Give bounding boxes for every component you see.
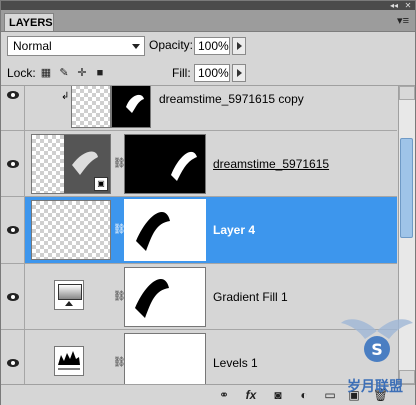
- fx-icon[interactable]: fx: [243, 387, 259, 403]
- eye-icon: [7, 160, 19, 168]
- eye-icon: [7, 91, 19, 99]
- scrollbar-thumb[interactable]: [400, 138, 413, 238]
- tab-row: LAYERS ▾≡: [1, 10, 415, 32]
- visibility-toggle[interactable]: [1, 131, 25, 196]
- chevron-down-icon: [132, 44, 140, 49]
- opacity-label: Opacity:: [149, 38, 194, 52]
- layer-name: Layer 4: [213, 223, 256, 237]
- opacity-slider-button[interactable]: [232, 37, 246, 55]
- panel-topbar: ◂◂ ✕: [1, 1, 415, 10]
- visibility-toggle[interactable]: [1, 86, 25, 130]
- layer-name: dreamstime_5971615: [213, 157, 330, 171]
- layer-mask-thumbnail: [124, 199, 206, 261]
- layers-list: ↲ dreamstime_5971615 copy ▣ ⛓ dreamstime…: [1, 86, 397, 384]
- visibility-toggle[interactable]: [1, 264, 25, 329]
- tab-layers[interactable]: LAYERS: [4, 13, 54, 31]
- panel-menu-icon[interactable]: ▾≡: [397, 14, 409, 27]
- link-icon[interactable]: ⛓: [113, 224, 126, 235]
- opacity-field[interactable]: 100%: [194, 37, 230, 55]
- fill-field[interactable]: 100%: [194, 64, 230, 82]
- smart-object-icon: ▣: [94, 177, 108, 191]
- lock-all-icon[interactable]: ■: [93, 66, 107, 80]
- layer-row[interactable]: ▣ ⛓ dreamstime_5971615: [1, 131, 397, 197]
- layer-row[interactable]: ⛓ Gradient Fill 1: [1, 264, 397, 330]
- visibility-toggle[interactable]: [1, 330, 25, 384]
- adjustment-layer-icon[interactable]: ◐: [297, 387, 311, 403]
- close-icon[interactable]: ✕: [403, 1, 413, 10]
- link-icon[interactable]: ⛓: [113, 357, 126, 368]
- clip-arrow-icon: ↲: [61, 91, 70, 102]
- levels-icon: [54, 346, 84, 376]
- eye-icon: [7, 226, 19, 234]
- blend-mode-value: Normal: [13, 39, 52, 53]
- layer-mask-thumbnail: [124, 134, 206, 194]
- lock-row: Lock: ▦ ✎ ✛ ■ Fill: 100%: [1, 61, 415, 86]
- link-icon[interactable]: ⛓: [113, 291, 126, 302]
- eye-icon: [7, 359, 19, 367]
- fill-slider-button[interactable]: [232, 64, 246, 82]
- blend-mode-dropdown[interactable]: Normal: [7, 36, 145, 56]
- lock-move-icon[interactable]: ✛: [75, 66, 89, 80]
- layer-name: Levels 1: [213, 356, 258, 370]
- scroll-up-button[interactable]: [399, 86, 415, 100]
- visibility-toggle[interactable]: [1, 197, 25, 263]
- layer-mask-thumbnail: [124, 267, 206, 327]
- layer-name: Gradient Fill 1: [213, 290, 288, 304]
- layer-thumbnail: [71, 86, 111, 128]
- layer-row[interactable]: ↲ dreamstime_5971615 copy: [1, 86, 397, 131]
- watermark-text: 岁月联盟: [347, 378, 403, 394]
- add-mask-icon[interactable]: ◙: [271, 387, 285, 403]
- link-icon[interactable]: ⛓: [113, 158, 126, 169]
- layer-thumbnail: [31, 200, 111, 260]
- layer-thumbnail: ▣: [31, 134, 111, 194]
- vertical-scrollbar[interactable]: [398, 86, 415, 384]
- layer-row[interactable]: ⛓ Levels 1: [1, 330, 397, 384]
- layer-mask-thumbnail: [124, 333, 206, 384]
- fill-label: Fill:: [172, 66, 191, 80]
- layer-mask-thumbnail: [111, 86, 151, 128]
- gradient-fill-icon: [54, 280, 84, 310]
- lock-label: Lock:: [7, 66, 36, 80]
- lock-transparent-icon[interactable]: ▦: [39, 66, 53, 80]
- lock-brush-icon[interactable]: ✎: [57, 66, 71, 80]
- layer-row-selected[interactable]: ⛓ Layer 4: [1, 197, 397, 264]
- blend-row: Normal Opacity: 100%: [1, 32, 415, 60]
- eye-icon: [7, 293, 19, 301]
- new-group-icon[interactable]: ▭: [323, 387, 337, 403]
- collapse-icon[interactable]: ◂◂: [389, 1, 399, 10]
- layer-name: dreamstime_5971615 copy: [159, 92, 304, 106]
- link-layers-icon[interactable]: ⚭: [217, 387, 231, 403]
- layers-panel: ◂◂ ✕ LAYERS ▾≡ Normal Opacity: 100% Lock…: [0, 0, 416, 405]
